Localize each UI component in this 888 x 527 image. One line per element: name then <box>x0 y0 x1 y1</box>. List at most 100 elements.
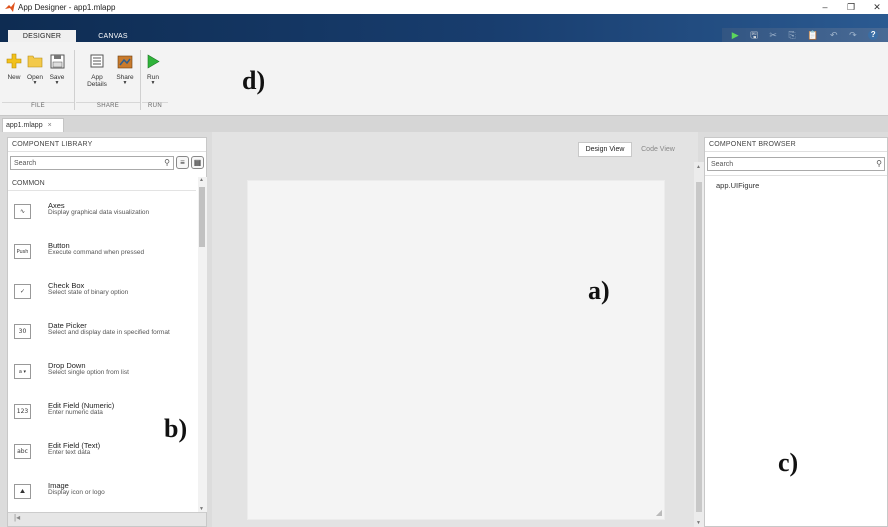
annotation-b: b) <box>164 414 188 443</box>
group-separator <box>140 50 141 110</box>
matlab-logo-icon <box>5 2 15 12</box>
calendar-icon: 30 <box>14 324 31 339</box>
library-collapse-bar: |◂ <box>8 512 206 526</box>
design-view-toggle[interactable]: Design View <box>578 142 632 157</box>
section-common: COMMON <box>8 177 196 191</box>
scroll-up-icon[interactable]: ▲ <box>199 177 204 183</box>
annotation-a: a) <box>588 276 610 305</box>
group-separator <box>74 50 75 110</box>
checkbox-icon: ✓ <box>14 284 31 299</box>
browser-search-input[interactable]: Search ⚲ <box>707 157 885 171</box>
search-icon: ⚲ <box>164 158 170 167</box>
library-scrollbar[interactable]: ▲ ▼ <box>198 177 207 512</box>
search-icon: ⚲ <box>876 159 882 168</box>
component-item-image[interactable]: ⛰ Image Display icon or logo <box>14 476 194 514</box>
share-group-label: SHARE <box>76 102 140 112</box>
divider <box>705 175 887 176</box>
component-description: Select single option from list <box>48 369 129 376</box>
toolstrip: New Open ▼ Save ▼ App Details Share ▼ Ru… <box>0 42 888 116</box>
save-chevron-down-icon[interactable]: ▼ <box>55 81 60 86</box>
run-play-icon <box>144 52 162 70</box>
document-tab[interactable]: app1.mlapp × <box>2 118 64 132</box>
save-icon[interactable]: 🖫 <box>750 30 758 40</box>
floppy-save-icon <box>48 52 66 70</box>
component-library-title: COMPONENT LIBRARY <box>8 138 206 152</box>
open-chevron-down-icon[interactable]: ▼ <box>33 81 38 86</box>
component-library-panel: COMPONENT LIBRARY Search ⚲ ≡ ▦ COMMON ∿ … <box>7 137 207 527</box>
component-item-date-picker[interactable]: 30 Date Picker Select and display date i… <box>14 316 194 354</box>
component-search-input[interactable]: Search ⚲ <box>10 156 174 170</box>
collapse-panel-icon[interactable]: |◂ <box>14 513 20 522</box>
share-button[interactable]: Share ▼ <box>114 52 136 86</box>
scroll-down-icon[interactable]: ▼ <box>696 520 701 526</box>
folder-icon <box>26 52 44 70</box>
window-title: App Designer - app1.mlapp <box>18 2 116 12</box>
new-plus-icon <box>5 52 23 70</box>
dropdown-icon: a ▾ <box>14 364 31 379</box>
cut-icon[interactable]: ✂ <box>769 30 777 40</box>
code-view-toggle[interactable]: Code View <box>632 142 684 157</box>
maximize-button[interactable]: ❐ <box>840 0 862 14</box>
component-item-axes[interactable]: ∿ Axes Display graphical data visualizat… <box>14 196 194 234</box>
run-group-label: RUN <box>142 102 168 112</box>
grid-view-icon[interactable]: ▦ <box>191 156 204 169</box>
redo-icon[interactable]: ↷ <box>849 30 857 40</box>
document-tab-label: app1.mlapp <box>6 122 43 129</box>
scroll-up-icon[interactable]: ▲ <box>696 164 701 170</box>
list-view-icon[interactable]: ≡ <box>176 156 189 169</box>
new-button[interactable]: New <box>3 52 25 81</box>
run-icon[interactable]: ▶ <box>732 30 739 40</box>
undo-icon[interactable]: ↶ <box>830 30 838 40</box>
canvas-scrollbar[interactable]: ▲ ▼ <box>694 162 704 527</box>
minimize-button[interactable]: – <box>814 0 836 14</box>
component-browser-title: COMPONENT BROWSER <box>705 138 887 152</box>
run-button[interactable]: Run ▼ <box>142 52 164 86</box>
app-details-label: App Details <box>87 74 107 88</box>
tab-canvas[interactable]: CANVAS <box>82 30 144 42</box>
component-description: Select and display date in specified for… <box>48 329 170 336</box>
component-description: Enter numeric data <box>48 409 103 416</box>
component-description: Select state of binary option <box>48 289 129 296</box>
component-item-button[interactable]: Push Button Execute command when pressed <box>14 236 194 274</box>
run-chevron-down-icon[interactable]: ▼ <box>151 81 156 86</box>
button-icon: Push <box>14 244 31 259</box>
component-description: Display graphical data visualization <box>48 209 150 216</box>
ribbon-tab-strip: DESIGNER CANVAS ▶ 🖫 ✂ ⎘ 📋 ↶ ↷ ? <box>0 14 888 42</box>
new-label: New <box>7 74 21 81</box>
quick-access-toolbar: ▶ 🖫 ✂ ⎘ 📋 ↶ ↷ ? <box>722 28 888 42</box>
share-chevron-down-icon[interactable]: ▼ <box>123 81 128 86</box>
app-designer-window: App Designer - app1.mlapp – ❐ ✕ DESIGNER… <box>0 0 888 527</box>
ui-figure-canvas[interactable]: ◢ <box>247 180 665 520</box>
component-description: Display icon or logo <box>48 489 105 496</box>
annotation-d: d) <box>242 66 266 95</box>
paste-icon[interactable]: 📋 <box>807 30 818 40</box>
document-tab-bar: app1.mlapp × <box>0 116 888 132</box>
save-button[interactable]: Save ▼ <box>46 52 68 86</box>
numeric-field-icon: 123 <box>14 404 31 419</box>
component-description: Execute command when pressed <box>48 249 145 256</box>
app-details-button[interactable]: App Details <box>84 52 110 88</box>
browser-search-placeholder: Search <box>711 160 734 168</box>
help-icon[interactable]: ? <box>868 30 879 40</box>
scrollbar-thumb[interactable] <box>199 187 205 247</box>
component-description: Enter text data <box>48 449 91 456</box>
annotation-c: c) <box>778 448 799 477</box>
scrollbar-thumb[interactable] <box>696 182 702 512</box>
tree-item-uifigure[interactable]: app.UIFigure <box>716 181 759 190</box>
component-search-placeholder: Search <box>14 159 37 167</box>
share-package-icon <box>116 52 134 70</box>
file-group-label: FILE <box>2 102 74 112</box>
tab-designer[interactable]: DESIGNER <box>8 30 76 42</box>
component-item-drop-down[interactable]: a ▾ Drop Down Select single option from … <box>14 356 194 394</box>
text-field-icon: abc <box>14 444 31 459</box>
open-button[interactable]: Open ▼ <box>24 52 46 86</box>
title-bar: App Designer - app1.mlapp – ❐ ✕ <box>0 0 888 14</box>
close-tab-icon[interactable]: × <box>48 122 52 129</box>
close-button[interactable]: ✕ <box>866 0 888 14</box>
design-canvas-area: Design View Code View ◢ ▲ ▼ <box>212 132 704 527</box>
image-icon: ⛰ <box>14 484 31 499</box>
component-item-check-box[interactable]: ✓ Check Box Select state of binary optio… <box>14 276 194 314</box>
axes-icon: ∿ <box>14 204 31 219</box>
copy-icon[interactable]: ⎘ <box>789 30 796 40</box>
resize-grip-icon[interactable]: ◢ <box>656 508 662 517</box>
